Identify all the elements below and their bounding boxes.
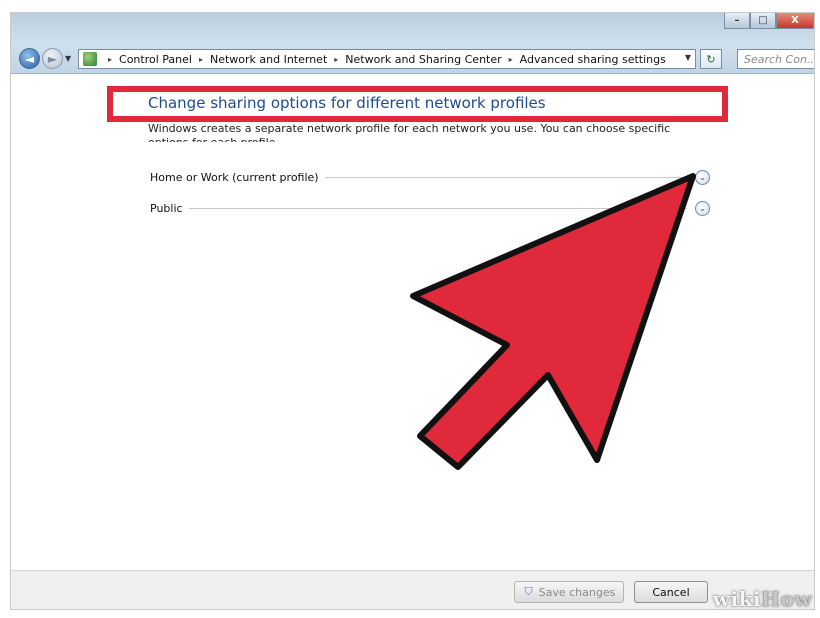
breadcrumb-separator[interactable]: ▸ <box>199 55 203 64</box>
address-bar[interactable]: ▸ Control Panel ▸ Network and Internet ▸… <box>78 49 696 69</box>
profile-label: Home or Work (current profile) <box>150 170 319 184</box>
breadcrumb-control-panel[interactable]: Control Panel <box>119 53 192 66</box>
refresh-button[interactable]: ↻ <box>700 49 722 69</box>
page-description: Windows creates a separate network profi… <box>148 122 671 142</box>
content-area: Change sharing options for different net… <box>11 74 814 571</box>
save-changes-label: Save changes <box>538 585 616 599</box>
forward-button[interactable]: ► <box>42 48 63 69</box>
breadcrumb-separator[interactable]: ▸ <box>108 55 112 64</box>
footer-bar: ⛉ Save changes Cancel wikiHow <box>11 570 814 609</box>
window-controls: – □ X <box>724 13 814 31</box>
control-panel-icon <box>83 52 97 66</box>
expand-chevron-icon[interactable]: ⌄ <box>695 200 710 216</box>
wikihow-watermark: wikiHow <box>712 587 812 610</box>
profile-label: Public <box>150 201 183 215</box>
highlight-box <box>107 86 728 122</box>
search-input[interactable]: Search Con... <box>737 49 814 69</box>
title-bar: – □ X <box>11 13 814 45</box>
breadcrumb-separator[interactable]: ▸ <box>509 55 513 64</box>
watermark-wiki: wiki <box>712 587 762 610</box>
navigation-bar: ◄ ► ▼ ▸ Control Panel ▸ Network and Inte… <box>11 45 814 74</box>
address-dropdown-icon[interactable]: ▼ <box>685 53 691 62</box>
profile-row-public[interactable]: Public ⌄ <box>150 199 710 217</box>
expand-chevron-icon[interactable]: ⌄ <box>695 169 710 185</box>
save-changes-button[interactable]: ⛉ Save changes <box>514 581 624 603</box>
close-button[interactable]: X <box>776 13 814 29</box>
watermark-how: How <box>761 587 812 610</box>
maximize-button[interactable]: □ <box>750 13 776 29</box>
breadcrumb-separator[interactable]: ▸ <box>334 55 338 64</box>
back-button[interactable]: ◄ <box>19 48 40 69</box>
minimize-button[interactable]: – <box>724 13 750 29</box>
breadcrumb-network-and-internet[interactable]: Network and Internet <box>210 53 327 66</box>
shield-icon: ⛉ <box>524 585 533 598</box>
breadcrumb-network-and-sharing-center[interactable]: Network and Sharing Center <box>345 53 501 66</box>
profile-row-home-or-work[interactable]: Home or Work (current profile) ⌄ <box>150 168 710 186</box>
divider <box>188 207 687 209</box>
breadcrumb-advanced-sharing-settings[interactable]: Advanced sharing settings <box>520 53 666 66</box>
divider <box>324 176 687 178</box>
recent-pages-dropdown-icon[interactable]: ▼ <box>65 54 71 63</box>
cancel-button[interactable]: Cancel <box>634 581 708 603</box>
